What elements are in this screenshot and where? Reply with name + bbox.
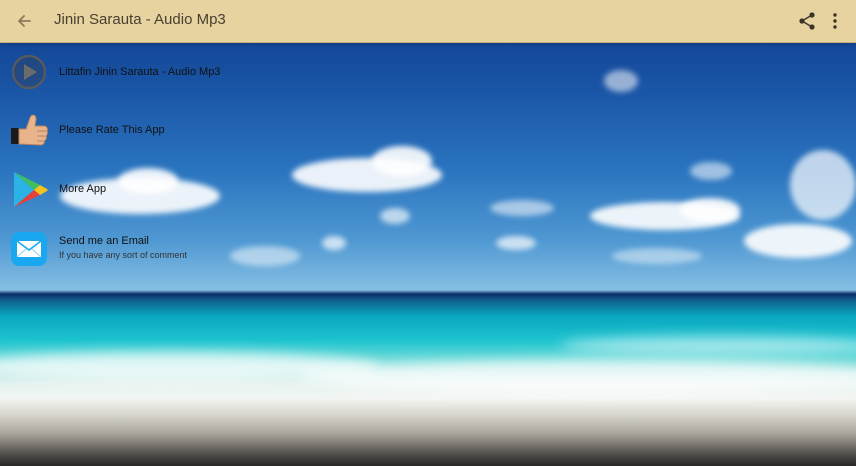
google-play-icon bbox=[14, 172, 48, 207]
app-title: Jinin Sarauta - Audio Mp3 bbox=[54, 11, 226, 28]
more-vertical-icon bbox=[833, 13, 837, 29]
menu-item-more-app[interactable]: More App bbox=[0, 159, 400, 217]
app-bar: Jinin Sarauta - Audio Mp3 bbox=[0, 0, 856, 43]
play-circle-icon bbox=[11, 54, 47, 90]
menu-item-rate[interactable]: Please Rate This App bbox=[0, 100, 400, 158]
menu-item-label: Please Rate This App bbox=[59, 124, 165, 136]
overflow-menu-button[interactable] bbox=[826, 10, 844, 32]
share-icon bbox=[799, 12, 815, 30]
menu-item-label: More App bbox=[59, 183, 107, 195]
menu-item-sublabel: If you have any sort of comment bbox=[59, 250, 188, 260]
menu-item-label: Send me an Email bbox=[59, 235, 149, 247]
menu-item-label: Littafin Jinin Sarauta - Audio Mp3 bbox=[59, 66, 221, 78]
menu-item-audio[interactable]: Littafin Jinin Sarauta - Audio Mp3 bbox=[0, 42, 400, 100]
thumbs-up-icon bbox=[11, 114, 48, 146]
menu-item-email[interactable]: Send me an Email If you have any sort of… bbox=[0, 218, 400, 276]
arrow-left-icon bbox=[18, 15, 31, 27]
envelope-icon bbox=[11, 232, 47, 266]
back-button[interactable] bbox=[10, 7, 38, 35]
share-button[interactable] bbox=[796, 10, 818, 32]
